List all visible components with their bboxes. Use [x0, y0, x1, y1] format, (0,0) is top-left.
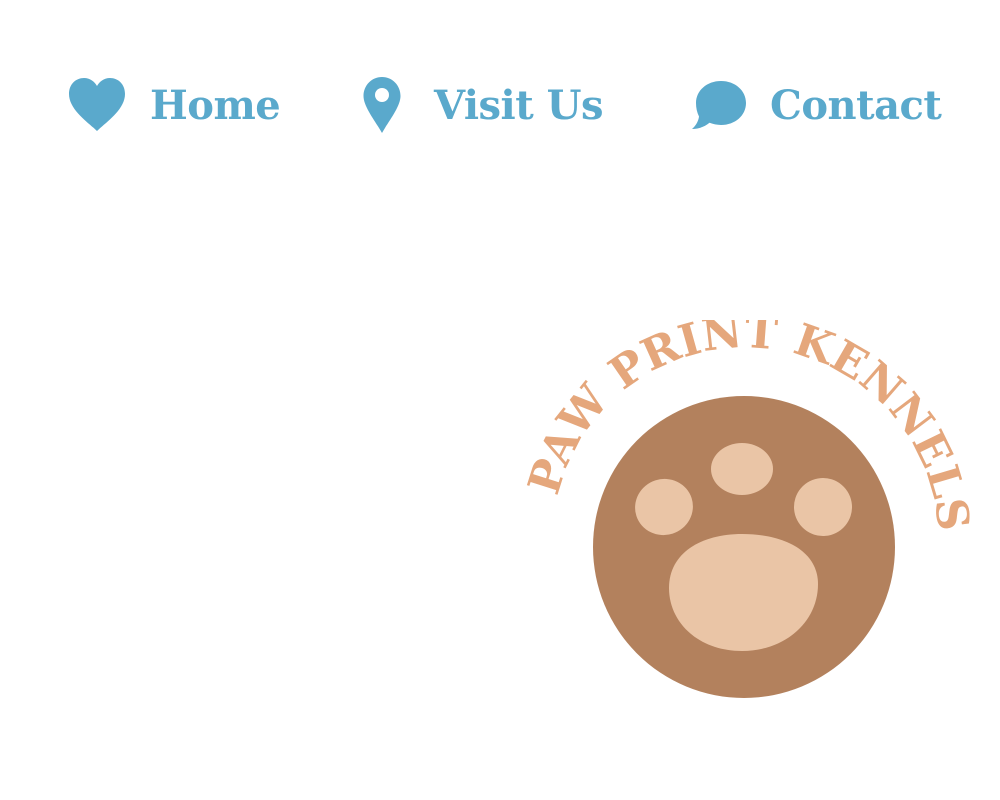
nav-link-home[interactable]: Home — [66, 70, 281, 140]
heart-icon — [66, 77, 128, 133]
nav-link-contact[interactable]: Contact — [690, 70, 942, 140]
nav-label-visit-us: Visit Us — [434, 81, 604, 129]
paw-print-kennels-logo: PAW PRINT KENNELS — [520, 320, 970, 720]
page: Home Visit Us Contact PAW PRINT KENNEL — [0, 0, 1000, 800]
speech-bubble-icon — [690, 78, 748, 132]
nav-link-visit-us[interactable]: Visit Us — [362, 70, 604, 140]
main-navigation: Home Visit Us Contact — [66, 70, 956, 140]
nav-label-contact: Contact — [770, 81, 942, 129]
nav-label-home: Home — [150, 81, 281, 129]
map-pin-icon — [362, 76, 402, 134]
